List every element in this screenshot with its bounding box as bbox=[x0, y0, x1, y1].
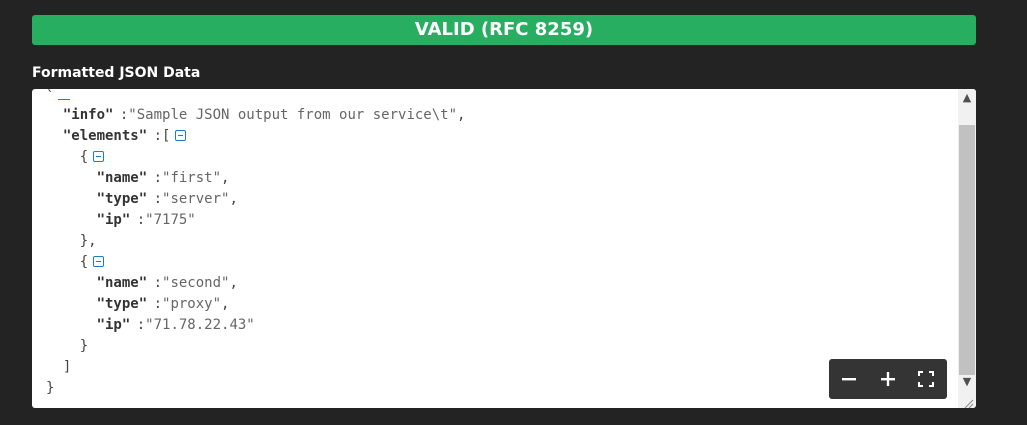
json-line: "info" :"Sample JSON output from our ser… bbox=[63, 105, 466, 126]
json-punctuation: , bbox=[457, 107, 466, 123]
json-key: "info" bbox=[62, 107, 114, 123]
json-value: "71.78.22.43" bbox=[145, 317, 255, 333]
json-line: ] bbox=[63, 357, 71, 378]
zoom-in-button[interactable] bbox=[876, 367, 900, 391]
json-colon: : bbox=[128, 212, 146, 228]
json-bracket: } bbox=[79, 338, 89, 354]
json-line: { bbox=[79, 252, 105, 273]
json-line: { bbox=[79, 147, 105, 168]
json-value: "server" bbox=[162, 191, 230, 207]
json-colon: : bbox=[145, 191, 163, 207]
json-line: } bbox=[46, 378, 54, 399]
collapse-icon[interactable] bbox=[93, 256, 105, 267]
json-line: "ip" :"7175" bbox=[97, 210, 196, 231]
root-fold-partial: ` bbox=[46, 89, 55, 105]
json-line: }, bbox=[80, 231, 97, 252]
json-value: "first" bbox=[162, 170, 222, 186]
fullscreen-icon bbox=[918, 371, 934, 387]
json-colon: : bbox=[145, 128, 163, 144]
json-value: "7175" bbox=[145, 212, 196, 228]
json-value: "second" bbox=[162, 275, 230, 291]
json-colon: : bbox=[128, 317, 146, 333]
formatted-json-label: Formatted JSON Data bbox=[32, 65, 201, 81]
scroll-down-icon[interactable]: ▼ bbox=[958, 375, 976, 389]
json-punctuation: , bbox=[229, 191, 238, 207]
json-key: "name" bbox=[96, 170, 148, 186]
json-colon: : bbox=[111, 107, 129, 123]
json-key: "name" bbox=[96, 275, 148, 291]
json-line: } bbox=[80, 336, 88, 357]
json-code-area[interactable]: ` "info" :"Sample JSON output from our s… bbox=[32, 89, 957, 408]
plus-icon bbox=[881, 372, 895, 386]
json-bracket: { bbox=[79, 254, 89, 270]
collapse-icon[interactable] bbox=[93, 151, 105, 162]
vertical-scrollbar[interactable]: ▲ ▼ bbox=[958, 89, 976, 408]
json-bracket: } bbox=[46, 380, 55, 396]
json-key: "ip" bbox=[96, 317, 131, 333]
json-key: "type" bbox=[96, 191, 148, 207]
json-bracket: { bbox=[79, 149, 89, 165]
json-bracket: }, bbox=[79, 233, 97, 249]
json-value: "Sample JSON output from our service\t" bbox=[128, 107, 458, 123]
root-fold-icon[interactable] bbox=[58, 99, 70, 100]
json-colon: : bbox=[145, 296, 163, 312]
json-line: "type" :"proxy", bbox=[97, 294, 230, 315]
json-value: "proxy" bbox=[162, 296, 222, 312]
validation-status-banner: VALID (RFC 8259) bbox=[32, 15, 976, 45]
json-bracket: [ bbox=[162, 128, 171, 144]
zoom-out-button[interactable] bbox=[837, 367, 861, 391]
scroll-thumb[interactable] bbox=[959, 125, 975, 375]
json-line: "name" :"second", bbox=[97, 273, 238, 294]
json-key: "type" bbox=[96, 296, 148, 312]
collapse-icon[interactable] bbox=[175, 130, 187, 141]
json-punctuation: , bbox=[229, 275, 238, 291]
fullscreen-button[interactable] bbox=[914, 367, 938, 391]
zoom-toolbar bbox=[829, 359, 947, 399]
minus-icon bbox=[842, 378, 856, 381]
json-colon: : bbox=[145, 275, 163, 291]
json-key: "ip" bbox=[96, 212, 131, 228]
resize-handle-icon[interactable] bbox=[962, 394, 974, 408]
json-bracket: ] bbox=[62, 359, 72, 375]
json-viewer[interactable]: ` "info" :"Sample JSON output from our s… bbox=[32, 89, 976, 408]
json-line: "type" :"server", bbox=[97, 189, 238, 210]
scroll-up-icon[interactable]: ▲ bbox=[958, 91, 976, 105]
json-colon: : bbox=[145, 170, 163, 186]
json-line: "name" :"first", bbox=[97, 168, 230, 189]
json-line: "elements" :[ bbox=[63, 126, 187, 147]
json-punctuation: , bbox=[221, 170, 230, 186]
json-key: "elements" bbox=[62, 128, 148, 144]
json-punctuation: , bbox=[221, 296, 230, 312]
json-line: "ip" :"71.78.22.43" bbox=[97, 315, 255, 336]
